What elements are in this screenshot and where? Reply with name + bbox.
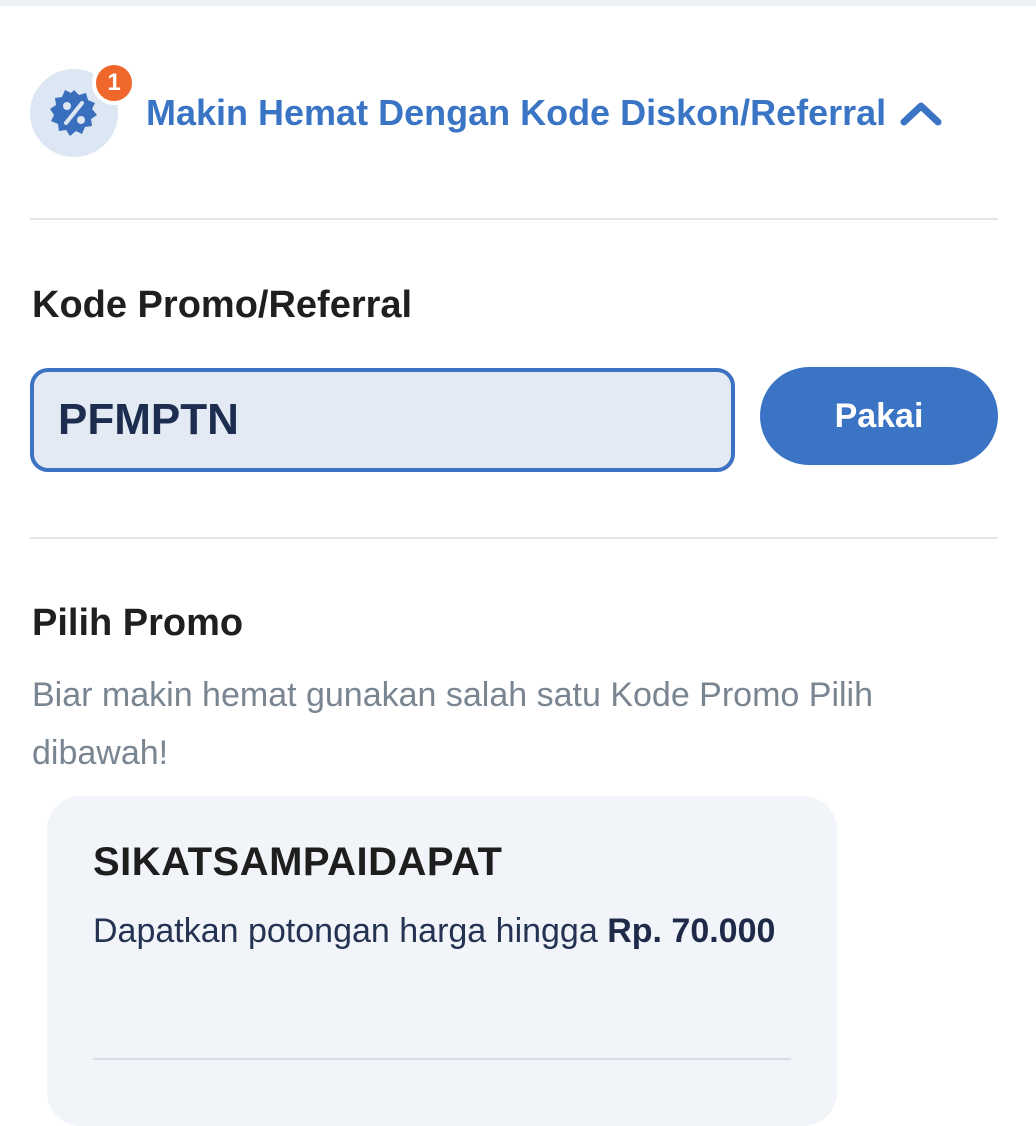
promo-card-divider (93, 1058, 791, 1060)
discount-badge-icon (50, 90, 97, 136)
promo-panel: 1 Makin Hemat Dengan Kode Diskon/Referra… (0, 6, 1036, 1126)
choose-promo-subtitle: Biar makin hemat gunakan salah satu Kode… (32, 676, 874, 772)
divider (30, 537, 998, 539)
apply-promo-button[interactable]: Pakai (760, 367, 998, 465)
chevron-up-icon[interactable] (900, 98, 942, 128)
promo-card-description-text: Dapatkan potongan harga hingga (93, 912, 608, 950)
promo-card-sikatsampaidapat[interactable]: SIKATSAMPAIDAPAT Dapatkan potongan harga… (47, 796, 837, 1126)
notification-count-badge: 1 (92, 61, 136, 105)
promo-code-label: Kode Promo/Referral (32, 284, 413, 326)
promo-card-amount: Rp. 70.000 (607, 912, 776, 950)
promo-card-description: Dapatkan potongan harga hingga Rp. 70.00… (93, 902, 793, 960)
promo-card-code: SIKATSAMPAIDAPAT (93, 840, 503, 884)
choose-promo-title: Pilih Promo (32, 602, 244, 644)
promo-section-toggle[interactable]: 1 Makin Hemat Dengan Kode Diskon/Referra… (30, 61, 998, 158)
promo-code-input[interactable] (30, 368, 735, 472)
promo-section-title: Makin Hemat Dengan Kode Diskon/Referral (146, 92, 887, 133)
divider (30, 218, 998, 220)
discount-badge: 1 (30, 61, 136, 157)
